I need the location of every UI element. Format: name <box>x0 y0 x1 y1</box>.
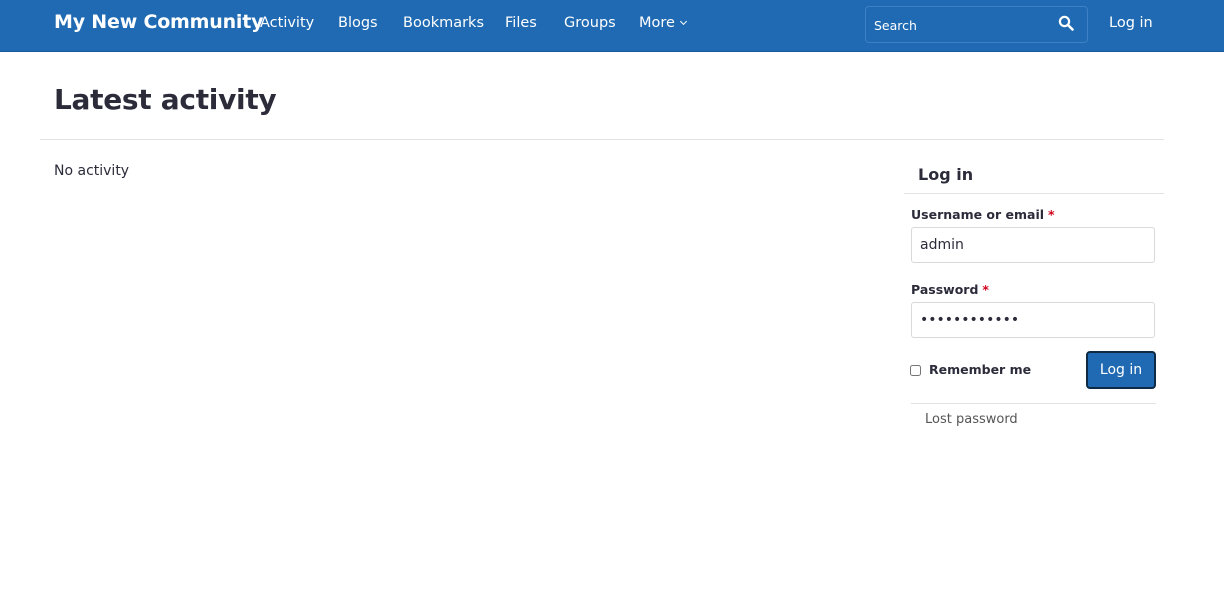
username-label: Username or email * <box>911 207 1055 222</box>
remember-me-checkbox[interactable] <box>910 365 921 376</box>
nav-item-activity[interactable]: Activity <box>260 15 314 31</box>
nav-item-bookmarks[interactable]: Bookmarks <box>403 15 484 31</box>
nav-login-link[interactable]: Log in <box>1109 15 1153 31</box>
required-marker: * <box>982 282 989 297</box>
login-footer-divider <box>911 403 1156 404</box>
page-title: Latest activity <box>54 83 277 116</box>
nav-more-label: More <box>639 15 675 31</box>
password-field[interactable] <box>911 302 1155 338</box>
empty-activity-text: No activity <box>54 163 130 179</box>
top-navbar: My New Community Activity Blogs Bookmark… <box>0 0 1224 52</box>
search-icon <box>1058 15 1074 31</box>
required-marker: * <box>1048 207 1055 222</box>
password-label-text: Password <box>911 282 979 297</box>
nav-item-files[interactable]: Files <box>505 15 537 31</box>
nav-item-more[interactable]: More <box>639 15 687 31</box>
lost-password-link[interactable]: Lost password <box>925 412 1018 427</box>
username-field[interactable] <box>911 227 1155 263</box>
username-label-text: Username or email <box>911 207 1045 222</box>
search-input[interactable] <box>866 7 1046 42</box>
search-box <box>865 6 1088 43</box>
login-panel-divider <box>904 193 1164 194</box>
remember-me-label[interactable]: Remember me <box>929 362 1031 377</box>
search-button[interactable] <box>1051 10 1081 39</box>
chevron-down-icon <box>679 17 687 26</box>
title-divider <box>40 139 1164 140</box>
login-panel-heading: Log in <box>918 165 974 184</box>
nav-item-blogs[interactable]: Blogs <box>338 15 378 31</box>
site-brand-link[interactable]: My New Community <box>54 11 263 33</box>
password-label: Password * <box>911 282 989 297</box>
nav-item-groups[interactable]: Groups <box>564 15 616 31</box>
login-submit-button[interactable]: Log in <box>1086 351 1156 389</box>
